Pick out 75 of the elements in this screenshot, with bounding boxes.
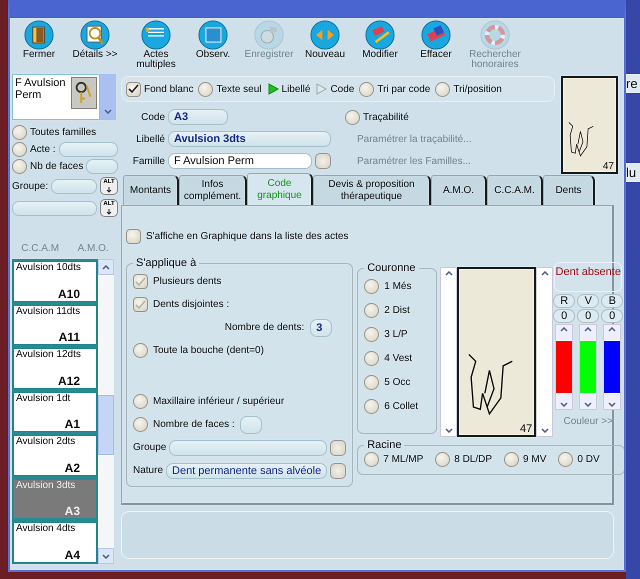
status-label: Dent absente (554, 262, 622, 292)
act-list-item[interactable]: Avulsion 11dts A11 (12, 302, 98, 346)
option-label: 0 DV (577, 454, 600, 465)
option-label: Tri/position (453, 84, 502, 94)
toolbar-button[interactable]: Modifier (352, 20, 408, 72)
field-label: Libellé (135, 134, 165, 144)
option-label: 9 MV (523, 454, 546, 465)
group-title: Racine (366, 439, 402, 451)
channel-value: 0 (601, 309, 624, 323)
filter-label: Nb de faces (30, 161, 84, 172)
toolbar-button[interactable]: Détails >> (64, 20, 126, 72)
code-field[interactable]: A3 (168, 109, 228, 125)
act-list-item[interactable]: Avulsion 10dts A10 (12, 259, 98, 302)
family-selector[interactable]: F Avulsion Perm (12, 74, 100, 120)
option-label: 6 Collet (384, 401, 418, 412)
tooth-view: 47 (457, 267, 536, 437)
act-list-item[interactable]: Avulsion 3dts A3 (12, 476, 98, 520)
option-label: Maxillaire inférieur / supérieur (153, 396, 284, 407)
option-label: S'affiche en Graphique dans la liste des actes (146, 231, 348, 242)
field-label: Nature (133, 465, 164, 476)
tab[interactable]: Infos complément. (179, 175, 247, 205)
filter-label: Acte : (30, 144, 56, 155)
field-label: Code (140, 112, 165, 122)
option-label: Libellé (282, 84, 310, 94)
toolbar-button[interactable]: Effacer (408, 20, 464, 72)
option-label: Plusieurs dents (153, 276, 222, 287)
channel-value: 0 (577, 309, 600, 323)
background-text: lu (626, 163, 640, 182)
option-label: Code (330, 84, 354, 94)
group-title: S'applique à (135, 257, 198, 269)
field-label: Nombre de dents: (224, 322, 304, 333)
option-label: 3 L/P (384, 329, 408, 340)
group-title: Couronne (366, 262, 417, 274)
tab[interactable]: C.C.A.M. (487, 175, 543, 205)
famille-field[interactable]: F Avulsion Perm (168, 153, 312, 169)
filter-label: Toutes familles (30, 127, 96, 138)
option-label: Tri par code (377, 84, 430, 94)
toolbar-button[interactable]: Actes multiples (126, 20, 186, 72)
channel-label: R (553, 294, 576, 308)
option-label: Texte seul (216, 84, 262, 94)
tab[interactable]: A.M.O. (431, 175, 487, 205)
nature-field[interactable]: Dent permanente sans alvéole (166, 462, 328, 478)
option-label: 2 Dist (384, 305, 410, 316)
tooth-thumbnail: 47 (561, 76, 618, 174)
option-label: 1 Més (384, 281, 412, 292)
toolbar-button[interactable]: Observ. (186, 20, 240, 72)
tracabilite-label: Traçabilité (363, 112, 409, 122)
toolbar-button[interactable]: Nouveau (298, 20, 352, 72)
column-header: C.C.A.M (21, 243, 60, 256)
channel-label: B (601, 294, 624, 308)
act-list-item[interactable]: Avulsion 12dts A12 (12, 346, 98, 390)
option-label: 5 Occ (384, 377, 410, 388)
option-label: Fond blanc (144, 84, 194, 94)
act-list-item[interactable]: Avulsion 1dt A1 (12, 390, 98, 433)
column-header: A.M.O. (78, 243, 109, 256)
teeth-count-field[interactable]: 3 (310, 318, 332, 336)
option-label: 8 DL/DP (454, 454, 492, 465)
channel-label: V (577, 294, 600, 308)
option-label: 4 Vest (384, 353, 412, 364)
channel-value: 0 (553, 309, 576, 323)
option-label: Toute la bouche (dent=0) (153, 345, 264, 356)
group-label: Groupe: (12, 180, 48, 192)
option-label: Nombre de faces : (153, 419, 235, 430)
tab[interactable]: Devis & proposition thérapeutique (313, 175, 431, 205)
option-label: 7 ML/MP (383, 454, 424, 465)
act-list-item[interactable]: Avulsion 4dts A4 (12, 520, 98, 564)
field-label: Groupe (133, 442, 166, 453)
field-label: Famille (132, 156, 165, 166)
option-label: Dents disjointes : (153, 299, 230, 310)
tab[interactable]: Montants (123, 175, 179, 205)
tab[interactable]: Dents (543, 175, 595, 205)
act-list-item[interactable]: Avulsion 2dts A2 (12, 433, 98, 476)
toolbar-button[interactable]: Fermer (14, 20, 64, 72)
libelle-field[interactable]: Avulsion 3dts (168, 131, 331, 147)
background-text: re (626, 74, 640, 93)
